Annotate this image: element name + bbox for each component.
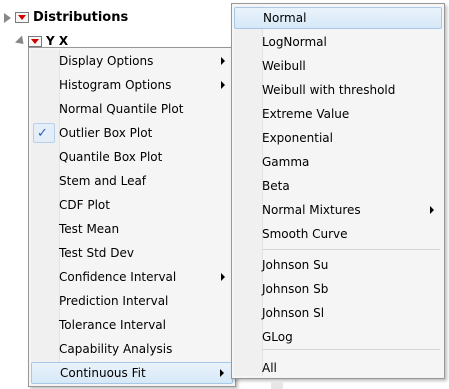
menu-item-label: Beta — [262, 179, 290, 193]
submenu-arrow-icon — [430, 206, 434, 214]
menu-item-test-std-dev[interactable]: Test Std Dev — [31, 242, 233, 264]
menu-item-label: Stem and Leaf — [59, 174, 147, 188]
disclosure-triangle-icon[interactable] — [4, 12, 11, 23]
menu-separator — [262, 249, 440, 250]
menu-item-stem-and-leaf[interactable]: Stem and Leaf — [31, 170, 233, 192]
fit-item-normal[interactable]: Normal — [234, 7, 442, 29]
menu-item-label: Capability Analysis — [59, 342, 173, 356]
red-triangle-menu-icon[interactable] — [28, 35, 42, 47]
submenu-arrow-icon — [221, 81, 225, 89]
menu-item-label: Exponential — [262, 131, 333, 145]
fit-item-smooth-curve[interactable]: Smooth Curve — [234, 223, 442, 245]
menu-item-label: Quantile Box Plot — [59, 150, 163, 164]
distributions-header: Distributions — [4, 10, 128, 25]
column-outline-header: Y X — [14, 34, 69, 48]
menu-item-continuous-fit[interactable]: Continuous Fit — [31, 362, 233, 384]
fit-item-exponential[interactable]: Exponential — [234, 127, 442, 149]
fit-item-johnson-sl[interactable]: Johnson Sl — [234, 302, 442, 324]
menu-item-label: Weibull with threshold — [262, 83, 396, 97]
menu-item-display-options[interactable]: Display Options — [31, 50, 233, 72]
menu-item-label: Extreme Value — [262, 107, 350, 121]
fit-item-gamma[interactable]: Gamma — [234, 151, 442, 173]
red-triangle-menu-icon[interactable] — [15, 12, 29, 23]
fit-item-johnson-su[interactable]: Johnson Su — [234, 254, 442, 276]
distribution-options-menu: Display Options Histogram Options Normal Q… — [28, 47, 236, 387]
menu-item-label: Gamma — [262, 155, 310, 169]
menu-item-label: Weibull — [262, 59, 306, 73]
menu-item-label: Outlier Box Plot — [59, 126, 153, 140]
menu-item-label: Smooth Curve — [262, 227, 348, 241]
menu-item-histogram-options[interactable]: Histogram Options — [31, 74, 233, 96]
menu-item-cdf-plot[interactable]: CDF Plot — [31, 194, 233, 216]
menu-item-tolerance-interval[interactable]: Tolerance Interval — [31, 314, 233, 336]
fit-item-weibull[interactable]: Weibull — [234, 55, 442, 77]
menu-item-prediction-interval[interactable]: Prediction Interval — [31, 290, 233, 312]
fit-item-normal-mixtures[interactable]: Normal Mixtures — [234, 199, 442, 221]
menu-item-label: Normal Mixtures — [262, 203, 361, 217]
menu-item-label: Johnson Sb — [262, 282, 329, 296]
expanded-triangle-icon[interactable] — [14, 34, 28, 48]
menu-item-label: Tolerance Interval — [59, 318, 166, 332]
menu-item-label: Normal — [263, 11, 307, 25]
menu-item-label: All — [262, 361, 277, 375]
menu-item-label: Display Options — [59, 54, 154, 68]
menu-item-outlier-box-plot[interactable]: ✓ Outlier Box Plot — [31, 122, 233, 144]
menu-item-label: Continuous Fit — [60, 366, 146, 380]
fit-item-weibull-with-threshold[interactable]: Weibull with threshold — [234, 79, 442, 101]
menu-item-label: CDF Plot — [59, 198, 110, 212]
submenu-arrow-icon — [221, 57, 225, 65]
menu-item-label: Confidence Interval — [59, 270, 177, 284]
fit-item-lognormal[interactable]: LogNormal — [234, 31, 442, 53]
submenu-arrow-icon — [221, 273, 225, 281]
menu-item-capability-analysis[interactable]: Capability Analysis — [31, 338, 233, 360]
submenu-arrow-icon — [220, 369, 224, 377]
fit-item-glog[interactable]: GLog — [234, 326, 442, 348]
scrollbar[interactable] — [271, 382, 283, 389]
checkmark-icon: ✓ — [37, 125, 48, 141]
menu-item-label: GLog — [262, 330, 293, 344]
menu-item-normal-quantile-plot[interactable]: Normal Quantile Plot — [31, 98, 233, 120]
fit-item-johnson-sb[interactable]: Johnson Sb — [234, 278, 442, 300]
menu-item-confidence-interval[interactable]: Confidence Interval — [31, 266, 233, 288]
fit-item-beta[interactable]: Beta — [234, 175, 442, 197]
menu-item-label: Johnson Su — [262, 258, 329, 272]
menu-item-label: Test Std Dev — [59, 246, 134, 260]
menu-item-label: Normal Quantile Plot — [59, 102, 184, 116]
column-outline-title: Y X — [46, 34, 69, 48]
fit-item-extreme-value[interactable]: Extreme Value — [234, 103, 442, 125]
fit-item-all[interactable]: All — [234, 357, 442, 379]
menu-item-label: Prediction Interval — [59, 294, 169, 308]
menu-item-test-mean[interactable]: Test Mean — [31, 218, 233, 240]
menu-separator — [262, 349, 440, 350]
report-title: Distributions — [33, 10, 129, 25]
menu-item-quantile-box-plot[interactable]: Quantile Box Plot — [31, 146, 233, 168]
menu-item-label: Johnson Sl — [262, 306, 325, 320]
continuous-fit-submenu: Normal LogNormal Weibull Weibull with thres… — [231, 3, 445, 379]
menu-item-label: LogNormal — [262, 35, 327, 49]
menu-item-label: Test Mean — [59, 222, 120, 236]
menu-item-label: Histogram Options — [59, 78, 172, 92]
